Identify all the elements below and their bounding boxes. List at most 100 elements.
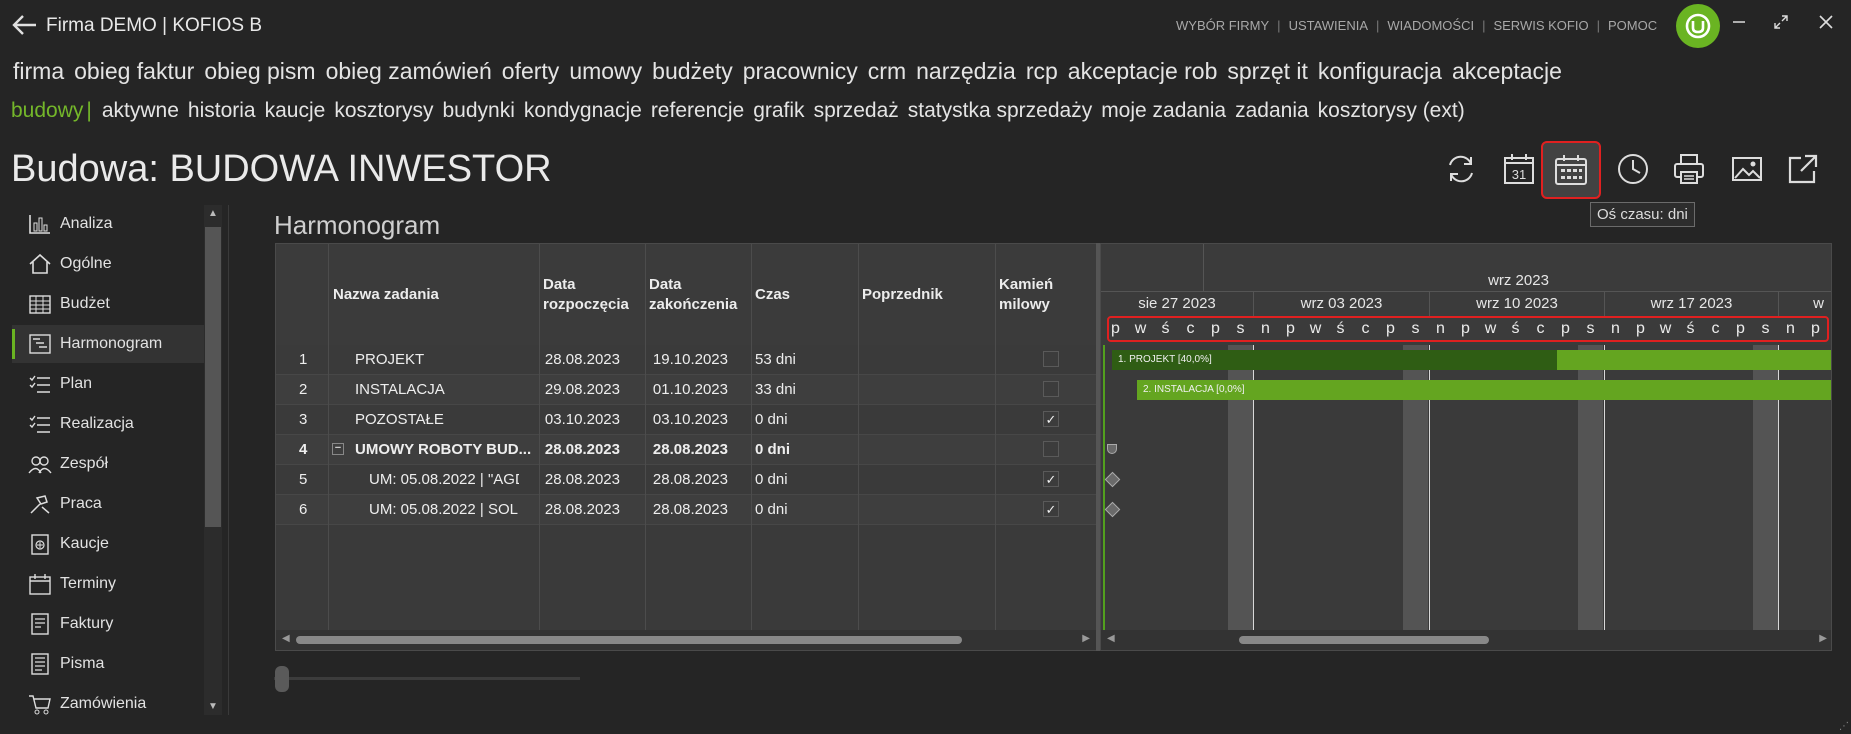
gantt-bar-instalacja[interactable]: 2. INSTALACJA [0,0%] bbox=[1137, 380, 1831, 400]
milestone-checkbox[interactable] bbox=[1043, 381, 1059, 397]
scrollbar-thumb[interactable] bbox=[205, 227, 221, 527]
brand-logo-icon[interactable] bbox=[1676, 4, 1720, 48]
table-row[interactable]: 4 − UMOWY ROBOTY BUD... 28.08.2023 28.08… bbox=[276, 435, 1096, 465]
grid-horizontal-scrollbar[interactable]: ◀ ▶ bbox=[276, 630, 1096, 650]
scroll-left-icon[interactable]: ◀ bbox=[282, 633, 290, 644]
table-row[interactable]: 2 INSTALACJA 29.08.2023 01.10.2023 33 dn… bbox=[276, 375, 1096, 405]
main-nav-item[interactable]: crm bbox=[868, 58, 906, 84]
header-end[interactable]: Data zakończenia bbox=[649, 244, 744, 345]
main-nav-item[interactable]: obieg zamówień bbox=[326, 58, 492, 84]
sub-nav-item[interactable]: zadania bbox=[1235, 99, 1309, 122]
header-start[interactable]: Data rozpoczęcia bbox=[543, 244, 643, 345]
scroll-left-icon[interactable]: ◀ bbox=[1107, 633, 1115, 644]
sub-nav-active[interactable]: budowy bbox=[11, 99, 83, 122]
main-nav-item[interactable]: rcp bbox=[1026, 58, 1058, 84]
sidebar-item-ogolne[interactable]: Ogólne bbox=[12, 245, 204, 283]
sidebar-item-plan[interactable]: Plan bbox=[12, 365, 204, 403]
maximize-icon[interactable] bbox=[1766, 8, 1796, 36]
table-row[interactable]: 6 UM: 05.08.2022 | SOLM... 28.08.2023 28… bbox=[276, 495, 1096, 525]
milestone-checkbox[interactable]: ✓ bbox=[1043, 471, 1059, 487]
milestone-diamond[interactable] bbox=[1104, 501, 1121, 518]
top-link-messages[interactable]: WIADOMOŚCI bbox=[1387, 18, 1474, 33]
main-nav-item[interactable]: umowy bbox=[569, 58, 642, 84]
collapse-icon[interactable]: − bbox=[332, 443, 344, 455]
table-row[interactable]: 1 PROJEKT 28.08.2023 19.10.2023 53 dni bbox=[276, 345, 1096, 375]
main-nav-item[interactable]: sprzęt it bbox=[1227, 58, 1308, 84]
external-link-icon[interactable] bbox=[1780, 146, 1826, 192]
calendar-grid-icon[interactable] bbox=[1541, 141, 1601, 199]
sidebar-item-harmonogram[interactable]: Harmonogram bbox=[12, 325, 204, 363]
sub-nav-item[interactable]: statystka sprzedaży bbox=[908, 99, 1092, 122]
table-row[interactable]: 3 POZOSTAŁE 03.10.2023 03.10.2023 0 dni … bbox=[276, 405, 1096, 435]
sub-nav-item[interactable]: budynki bbox=[443, 99, 515, 122]
main-nav-item[interactable]: obieg faktur bbox=[74, 58, 194, 84]
sidebar-item-zamowienia[interactable]: Zamówienia bbox=[12, 685, 204, 723]
sub-nav-item[interactable]: referencje bbox=[651, 99, 744, 122]
main-nav-item[interactable]: akceptacje rob bbox=[1068, 58, 1218, 84]
milestone-checkbox[interactable] bbox=[1043, 351, 1059, 367]
minimize-icon[interactable] bbox=[1724, 8, 1754, 36]
sub-nav-item[interactable]: moje zadania bbox=[1101, 99, 1226, 122]
sidebar-item-terminy[interactable]: Terminy bbox=[12, 565, 204, 603]
sub-nav-item[interactable]: kosztorysy bbox=[334, 99, 433, 122]
sub-nav-item[interactable]: kosztorysy (ext) bbox=[1318, 99, 1465, 122]
milestone-checkbox[interactable]: ✓ bbox=[1043, 411, 1059, 427]
print-icon[interactable] bbox=[1666, 146, 1712, 192]
sidebar-item-pisma[interactable]: Pisma bbox=[12, 645, 204, 683]
main-nav-item[interactable]: konfiguracja bbox=[1318, 58, 1442, 84]
milestone-diamond[interactable] bbox=[1104, 471, 1121, 488]
main-nav-item[interactable]: pracownicy bbox=[743, 58, 858, 84]
gantt-horizontal-scrollbar[interactable]: ◀ ▶ bbox=[1101, 630, 1831, 650]
zoom-slider-track[interactable] bbox=[274, 677, 580, 680]
sidebar-item-praca[interactable]: Praca bbox=[12, 485, 204, 523]
sidebar-item-kaucje[interactable]: Kaucje bbox=[12, 525, 204, 563]
sub-nav-item[interactable]: kaucje bbox=[265, 99, 326, 122]
gantt-bar-projekt[interactable]: 1. PROJEKT [40,0%] bbox=[1112, 350, 1831, 370]
sub-nav-item[interactable]: historia bbox=[188, 99, 256, 122]
top-link-company[interactable]: WYBÓR FIRMY bbox=[1176, 18, 1269, 33]
sidebar-item-faktury[interactable]: Faktury bbox=[12, 605, 204, 643]
scroll-down-icon[interactable]: ▼ bbox=[208, 701, 218, 712]
scroll-up-icon[interactable]: ▲ bbox=[208, 208, 218, 219]
main-nav-item[interactable]: obieg pism bbox=[204, 58, 315, 84]
back-arrow-icon[interactable] bbox=[10, 12, 38, 38]
zoom-slider-thumb[interactable] bbox=[275, 666, 289, 692]
header-milestone[interactable]: Kamień milowy bbox=[999, 244, 1059, 345]
milestone-checkbox[interactable]: ✓ bbox=[1043, 501, 1059, 517]
clock-icon[interactable] bbox=[1610, 146, 1656, 192]
sidebar-scrollbar[interactable]: ▲ ▼ bbox=[204, 205, 222, 715]
milestone-checkbox[interactable] bbox=[1043, 441, 1059, 457]
header-name[interactable]: Nazwa zadania bbox=[333, 244, 533, 345]
summary-marker[interactable] bbox=[1107, 444, 1117, 454]
main-nav-item[interactable]: oferty bbox=[502, 58, 560, 84]
top-link-service[interactable]: SERWIS KOFIO bbox=[1493, 18, 1588, 33]
task-start: 29.08.2023 bbox=[544, 381, 620, 398]
sidebar-item-budzet[interactable]: Budżet bbox=[12, 285, 204, 323]
sub-nav-item[interactable]: grafik bbox=[753, 99, 804, 122]
main-nav-item[interactable]: narzędzia bbox=[916, 58, 1016, 84]
scrollbar-thumb[interactable] bbox=[1239, 636, 1489, 644]
refresh-icon[interactable] bbox=[1438, 146, 1484, 192]
main-nav-item[interactable]: budżety bbox=[652, 58, 733, 84]
sub-nav-item[interactable]: sprzedaż bbox=[814, 99, 899, 122]
top-link-settings[interactable]: USTAWIENIA bbox=[1289, 18, 1368, 33]
top-link-help[interactable]: POMOC bbox=[1608, 18, 1657, 33]
table-row[interactable]: 5 UM: 05.08.2022 | "AGD... 28.08.2023 28… bbox=[276, 465, 1096, 495]
scrollbar-thumb[interactable] bbox=[296, 636, 962, 644]
image-icon[interactable] bbox=[1724, 146, 1770, 192]
sub-nav-item[interactable]: kondygnacje bbox=[524, 99, 642, 122]
resize-grip-icon[interactable]: ⋰ bbox=[1839, 721, 1849, 732]
task-duration: 53 dni bbox=[755, 351, 796, 368]
header-predecessor[interactable]: Poprzednik bbox=[862, 244, 962, 345]
sub-nav-item[interactable]: aktywne bbox=[102, 99, 179, 122]
scroll-right-icon[interactable]: ▶ bbox=[1819, 633, 1827, 644]
sidebar-item-zespol[interactable]: Zespół bbox=[12, 445, 204, 483]
header-duration[interactable]: Czas bbox=[755, 244, 815, 345]
sidebar-item-analiza[interactable]: Analiza bbox=[12, 205, 204, 243]
main-nav-item[interactable]: firma bbox=[13, 58, 64, 84]
main-nav-item[interactable]: akceptacje bbox=[1452, 58, 1562, 84]
close-icon[interactable] bbox=[1811, 8, 1841, 36]
scroll-right-icon[interactable]: ▶ bbox=[1082, 633, 1090, 644]
sidebar-item-realizacja[interactable]: Realizacja bbox=[12, 405, 204, 443]
calendar-31-icon[interactable]: 31 bbox=[1496, 146, 1542, 192]
